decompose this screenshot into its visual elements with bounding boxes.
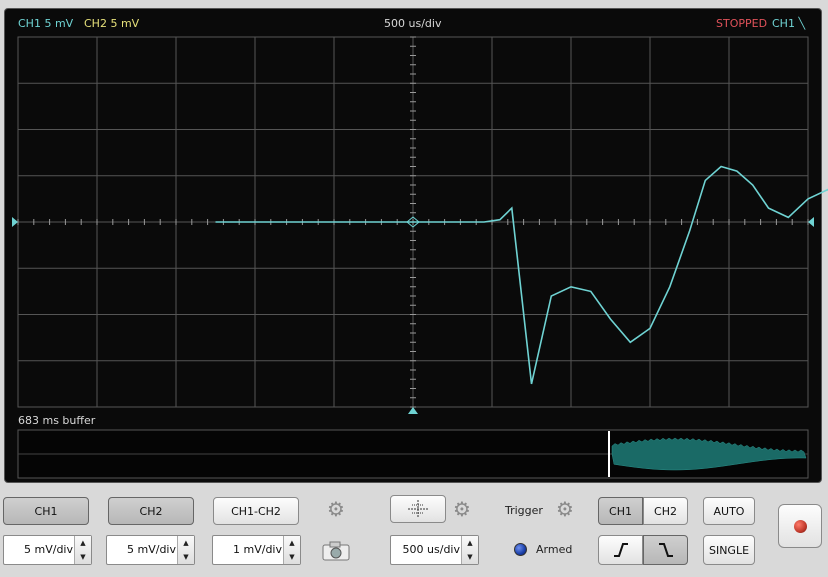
math-scale-stepper[interactable]: 1 mV/div ▲ ▼ — [212, 535, 301, 565]
camera-icon[interactable] — [321, 540, 351, 562]
trigger-level-marker-right — [808, 217, 814, 227]
falling-edge-icon: ╲ — [798, 17, 806, 30]
increment-arrow-icon[interactable]: ▲ — [462, 536, 478, 550]
crosshair-icon — [408, 500, 428, 518]
run-status-label: STOPPED — [716, 17, 768, 30]
increment-arrow-icon[interactable]: ▲ — [178, 536, 194, 550]
falling-edge-button[interactable] — [643, 535, 688, 565]
ch2-scale-label: CH2 5 mV — [84, 17, 140, 30]
gear-icon[interactable]: ⚙ — [556, 499, 574, 519]
trigger-source-text: CH1 — [772, 17, 795, 30]
buffer-label: 683 ms buffer — [18, 414, 96, 427]
record-button[interactable] — [778, 504, 822, 548]
rising-edge-icon — [613, 543, 628, 557]
rising-edge-button[interactable] — [598, 535, 643, 565]
ch1-offset-marker-left — [12, 217, 18, 227]
ch2-scale-value: 5 mV/div — [127, 543, 176, 556]
decrement-arrow-icon[interactable]: ▼ — [284, 550, 300, 564]
ch2-button[interactable]: CH2 — [108, 497, 194, 525]
waveform-plot — [12, 36, 828, 479]
increment-arrow-icon[interactable]: ▲ — [284, 536, 300, 550]
increment-arrow-icon[interactable]: ▲ — [75, 536, 91, 550]
decrement-arrow-icon[interactable]: ▼ — [462, 550, 478, 564]
math-scale-value: 1 mV/div — [233, 543, 282, 556]
ch1-scale-stepper[interactable]: 5 mV/div ▲ ▼ — [3, 535, 92, 565]
armed-label: Armed — [536, 543, 573, 556]
trigger-ch2-button[interactable]: CH2 — [643, 497, 688, 525]
ch1-scale-value: 5 mV/div — [24, 543, 73, 556]
ch1-button[interactable]: CH1 — [3, 497, 89, 525]
decrement-arrow-icon[interactable]: ▼ — [178, 550, 194, 564]
ch2-scale-stepper[interactable]: 5 mV/div ▲ ▼ — [106, 535, 195, 565]
gear-icon[interactable]: ⚙ — [453, 499, 471, 519]
decrement-arrow-icon[interactable]: ▼ — [75, 550, 91, 564]
ch1-scale-label: CH1 5 mV — [18, 17, 74, 30]
single-button[interactable]: SINGLE — [703, 535, 755, 565]
cursor-button[interactable] — [390, 495, 446, 523]
trigger-label: Trigger — [505, 504, 543, 517]
falling-edge-icon — [658, 543, 673, 557]
trigger-ch1-button[interactable]: CH1 — [598, 497, 643, 525]
trigger-time-marker — [408, 407, 418, 414]
timebase-value: 500 us/div — [402, 543, 460, 556]
auto-button[interactable]: AUTO — [703, 497, 755, 525]
control-panel: CH1 CH2 CH1-CH2 ⚙ 5 mV/div ▲ ▼ 5 mV/div ▲… — [0, 483, 828, 577]
timebase-label: 500 us/div — [384, 17, 442, 30]
gear-icon[interactable]: ⚙ — [327, 499, 345, 519]
record-led-icon — [793, 519, 807, 533]
buffer-window-marker — [608, 431, 610, 477]
math-button[interactable]: CH1-CH2 — [213, 497, 299, 525]
ch1-trace — [215, 165, 828, 385]
timebase-stepper[interactable]: 500 us/div ▲ ▼ — [390, 535, 479, 565]
armed-led-icon — [514, 543, 527, 556]
trigger-source-label: CH1 ╲ — [772, 17, 805, 31]
